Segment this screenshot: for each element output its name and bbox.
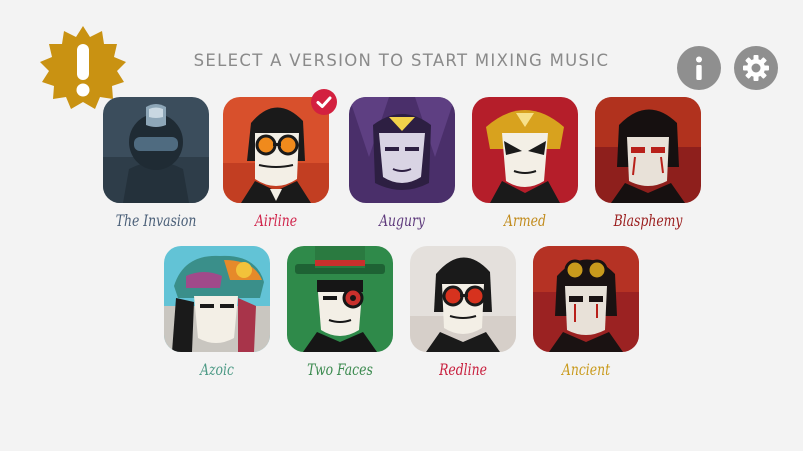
version-thumbnail (533, 246, 639, 352)
version-label: Armed (504, 212, 546, 230)
version-label: Two Faces (307, 361, 373, 379)
version-label: The Invasion (115, 212, 197, 230)
version-label: Redline (439, 361, 487, 379)
selected-check-icon (311, 89, 337, 115)
version-label: Ancient (561, 361, 611, 379)
version-thumbnail (349, 97, 455, 203)
version-label: Azoic (200, 361, 234, 379)
version-thumbnail (164, 246, 270, 352)
settings-button[interactable] (734, 46, 778, 90)
version-thumbnail (103, 97, 209, 203)
info-button[interactable] (677, 46, 721, 90)
info-icon (696, 56, 702, 80)
version-thumbnail (472, 97, 578, 203)
version-label: Blasphemy (613, 212, 683, 230)
version-label: Airline (254, 212, 298, 230)
version-label: Augury (379, 212, 425, 230)
version-thumbnail (410, 246, 516, 352)
version-thumbnail (595, 97, 701, 203)
gear-icon (743, 55, 769, 81)
version-thumbnail (287, 246, 393, 352)
